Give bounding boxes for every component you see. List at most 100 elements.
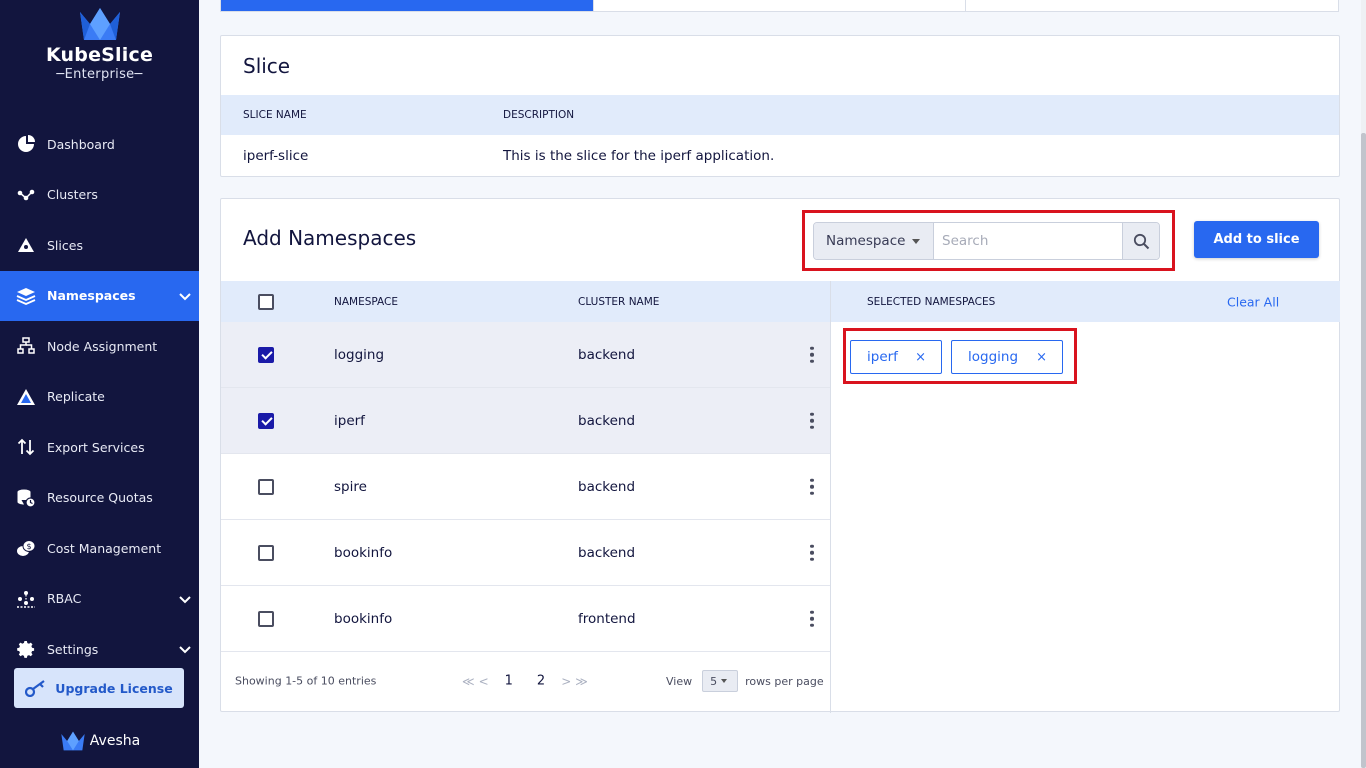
sidebar-item-cost-management[interactable]: $ Cost Management xyxy=(0,523,199,574)
row-checkbox[interactable] xyxy=(258,544,274,561)
rows-per-page-label: rows per page xyxy=(745,674,824,688)
sidebar-item-label: Dashboard xyxy=(47,136,115,152)
sidebar-item-rbac[interactable]: RBAC xyxy=(0,574,199,625)
more-vertical-icon[interactable] xyxy=(809,412,815,429)
namespace-cell: iperf xyxy=(334,412,365,429)
sidebar-item-label: Cost Management xyxy=(47,540,162,556)
namespace-table-body: logging backend iperf backend spire backend bo… xyxy=(221,322,831,652)
panel-divider xyxy=(830,281,831,713)
svg-text:$: $ xyxy=(26,542,31,551)
scrollbar-thumb[interactable] xyxy=(1361,133,1366,768)
chevron-down-icon[interactable] xyxy=(179,288,191,303)
chip-label: iperf xyxy=(867,349,898,365)
more-vertical-icon[interactable] xyxy=(809,478,815,495)
description-header: DESCRIPTION xyxy=(503,109,575,121)
database-clock-icon xyxy=(16,488,36,508)
namespace-search-input[interactable] xyxy=(934,223,1122,259)
slice-table-header: SLICE NAME DESCRIPTION xyxy=(221,95,1339,135)
caret-down-icon xyxy=(721,679,728,683)
row-checkbox[interactable] xyxy=(258,610,274,627)
add-to-slice-button[interactable]: Add to slice xyxy=(1194,221,1319,258)
namespace-cell: spire xyxy=(334,478,367,495)
slice-card: Slice SLICE NAME DESCRIPTION iperf-slice… xyxy=(220,35,1340,177)
slice-name-header: SLICE NAME xyxy=(243,109,307,121)
step-tabs xyxy=(220,0,1339,12)
sidebar-item-label: RBAC xyxy=(47,591,82,607)
clusters-icon xyxy=(16,185,36,205)
sidebar-item-label: Slices xyxy=(47,237,83,253)
row-checkbox[interactable] xyxy=(258,412,274,429)
upgrade-license-label: Upgrade License xyxy=(55,680,173,696)
chevron-down-icon[interactable] xyxy=(179,591,191,606)
gear-icon xyxy=(16,639,36,659)
step-tab-1[interactable] xyxy=(221,0,594,11)
more-vertical-icon[interactable] xyxy=(809,346,815,363)
layers-icon xyxy=(16,286,36,306)
rows-per-page-select[interactable]: 5 xyxy=(702,670,739,692)
page-2-button[interactable]: 2 xyxy=(537,674,545,689)
chevron-down-icon[interactable] xyxy=(179,642,191,657)
sidebar: KubeSlice ─Enterprise─ Dashboard Clusters… xyxy=(0,0,199,768)
sidebar-item-label: Namespaces xyxy=(47,288,136,304)
sidebar-item-export-services[interactable]: Export Services xyxy=(0,422,199,473)
remove-chip-close-icon[interactable]: × xyxy=(1036,350,1047,365)
next-page-button[interactable]: > xyxy=(561,674,571,688)
slices-icon xyxy=(16,235,36,255)
row-checkbox[interactable] xyxy=(258,346,274,363)
sidebar-item-clusters[interactable]: Clusters xyxy=(0,170,199,221)
step-tab-3[interactable] xyxy=(966,0,1338,11)
sidebar-item-namespaces[interactable]: Namespaces xyxy=(0,270,199,321)
sidebar-item-slices[interactable]: Slices xyxy=(0,220,199,271)
sidebar-item-label: Resource Quotas xyxy=(47,490,153,506)
sidebar-item-label: Replicate xyxy=(47,389,105,405)
table-footer: Showing 1-5 of 10 entries ≪ < 1 2 > ≫ Vi… xyxy=(221,651,831,711)
caret-down-icon xyxy=(912,238,921,244)
page-1-button[interactable]: 1 xyxy=(505,674,513,689)
remove-chip-close-icon[interactable]: × xyxy=(915,350,926,365)
step-tab-2[interactable] xyxy=(594,0,967,11)
table-row[interactable]: bookinfo backend xyxy=(221,520,831,586)
namespace-cell: bookinfo xyxy=(334,610,393,627)
namespace-filter-select[interactable]: Namespace xyxy=(814,223,934,259)
selected-namespaces-label: SELECTED NAMESPACES xyxy=(867,295,996,308)
table-row[interactable]: spire backend xyxy=(221,454,831,520)
slice-description-value: This is the slice for the iperf applicat… xyxy=(503,148,775,164)
avesha-logo: Avesha xyxy=(0,730,199,752)
pie-chart-icon xyxy=(16,134,36,154)
slice-row: iperf-slice This is the slice for the ip… xyxy=(221,135,1339,177)
crown-logo-icon xyxy=(79,8,120,40)
table-row[interactable]: iperf backend xyxy=(221,388,831,454)
row-checkbox[interactable] xyxy=(258,478,274,495)
sidebar-item-dashboard[interactable]: Dashboard xyxy=(0,119,199,170)
table-row[interactable]: bookinfo frontend xyxy=(221,586,831,652)
chip-label: logging xyxy=(968,349,1019,365)
upgrade-license-button[interactable]: Upgrade License xyxy=(14,668,184,708)
add-namespaces-card: Add Namespaces Namespace Add to slice NA… xyxy=(220,198,1340,713)
last-page-button[interactable]: ≫ xyxy=(575,674,588,688)
more-vertical-icon[interactable] xyxy=(809,610,815,627)
up-down-arrows-icon xyxy=(16,437,36,457)
search-button[interactable] xyxy=(1122,223,1159,259)
slice-name-value: iperf-slice xyxy=(243,148,309,164)
sidebar-item-node-assignment[interactable]: Node Assignment xyxy=(0,321,199,372)
kubeslice-logo[interactable]: KubeSlice ─Enterprise─ xyxy=(0,6,199,82)
coins-icon: $ xyxy=(16,538,36,558)
sidebar-item-settings[interactable]: Settings xyxy=(0,624,199,675)
cluster-column-header: CLUSTER NAME xyxy=(578,295,660,308)
sidebar-item-label: Clusters xyxy=(47,187,98,203)
rows-per-page-value: 5 xyxy=(710,674,718,688)
prev-page-button[interactable]: < xyxy=(479,674,489,688)
sidebar-item-label: Node Assignment xyxy=(47,338,158,354)
selected-namespace-chip: iperf × xyxy=(850,340,942,374)
clear-all-link[interactable]: Clear All xyxy=(1227,294,1279,309)
namespace-table: NAMESPACE CLUSTER NAME logging backend ipe… xyxy=(221,281,831,652)
sidebar-item-replicate[interactable]: Replicate xyxy=(0,372,199,423)
sidebar-item-resource-quotas[interactable]: Resource Quotas xyxy=(0,473,199,524)
select-all-checkbox[interactable] xyxy=(258,293,274,310)
table-row[interactable]: logging backend xyxy=(221,322,831,388)
key-icon xyxy=(25,679,47,697)
node-tree-icon xyxy=(16,336,36,356)
first-page-button[interactable]: ≪ xyxy=(462,674,475,688)
namespace-search-group: Namespace xyxy=(813,222,1160,260)
more-vertical-icon[interactable] xyxy=(809,544,815,561)
